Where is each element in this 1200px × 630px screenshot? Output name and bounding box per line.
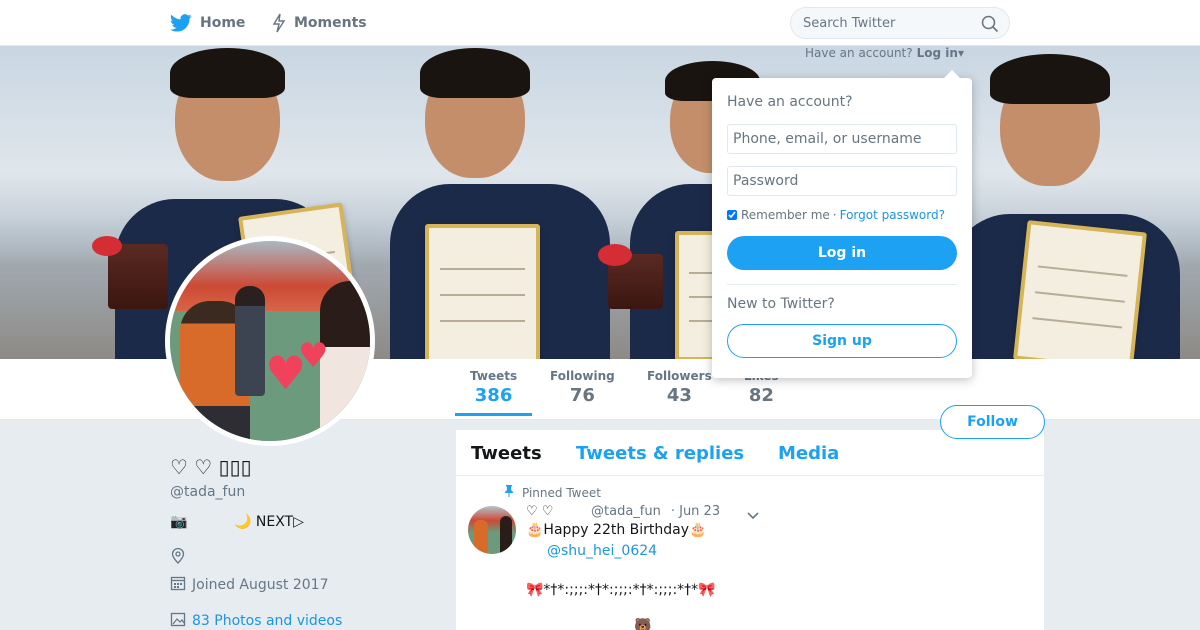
profile-handle[interactable]: @tada_fun <box>170 484 245 500</box>
lightning-icon <box>272 13 286 33</box>
pinned-label: Pinned Tweet <box>522 485 601 500</box>
caret-down-icon: ▾ <box>957 46 964 60</box>
twitter-bird-icon <box>170 14 192 32</box>
banner-trophy <box>108 244 168 309</box>
username-field[interactable] <box>727 124 957 154</box>
signup-button[interactable]: Sign up <box>727 324 957 358</box>
banner-ribbon <box>92 236 122 256</box>
login-prompt-text: Have an account? <box>805 46 913 60</box>
follow-button[interactable]: Follow <box>940 405 1045 439</box>
remember-row: Remember me · Forgot password? <box>727 208 945 222</box>
login-button[interactable]: Log in <box>727 236 957 270</box>
forgot-password-link[interactable]: Forgot password? <box>840 208 945 222</box>
nav-home-label: Home <box>200 15 246 31</box>
tweet-avatar[interactable] <box>468 506 516 554</box>
login-dropdown: Have an account? Remember me · Forgot pa… <box>712 70 972 378</box>
stat-value: 386 <box>474 385 513 406</box>
nav-moments[interactable]: Moments <box>272 0 367 46</box>
tweet-date[interactable]: · Jun 23 <box>671 504 720 519</box>
nav-moments-label: Moments <box>294 15 367 31</box>
stat-label: Followers <box>647 369 712 383</box>
joined-label: Joined August 2017 <box>192 577 329 593</box>
profile-photos-link[interactable]: 83 Photos and videos <box>170 611 342 630</box>
calendar-icon <box>170 575 186 595</box>
banner-certificate <box>1013 220 1147 359</box>
dropdown-caret <box>944 70 960 78</box>
tweet-mention[interactable]: @shu_hei_0624 <box>547 543 657 559</box>
timeline: Tweets Tweets & replies Media Pinned Twe… <box>456 430 1044 630</box>
bio-camera: 📷 <box>170 514 188 530</box>
tweet-author-name[interactable]: ♡ ♡ <box>526 504 591 519</box>
tweet-author-handle[interactable]: @tada_fun <box>591 504 661 519</box>
password-field[interactable] <box>727 166 957 196</box>
tweet-text-line: 🎀*†*:;;;:*†*:;;;:*†*:;;;:*†*🎀 <box>526 582 716 598</box>
profile-bio: 📷 🌙 NEXT▷ <box>170 514 304 530</box>
stat-value: 76 <box>569 385 595 406</box>
profile-name: ♡ ♡ ▯▯▯ <box>170 455 252 479</box>
tab-media[interactable]: Media <box>778 443 839 464</box>
banner-certificate <box>425 224 540 359</box>
login-title: Have an account? <box>727 94 853 110</box>
top-navigation: Home Moments <box>0 0 1200 46</box>
login-link[interactable]: Log in <box>917 46 958 60</box>
profile-joined: Joined August 2017 <box>170 575 328 595</box>
new-to-twitter-label: New to Twitter? <box>727 296 835 312</box>
separator-dot: · <box>832 208 837 222</box>
banner-ribbon <box>598 244 632 266</box>
tab-tweets-and-replies[interactable]: Tweets & replies <box>576 443 744 464</box>
profile-avatar[interactable]: ♥ ♥ <box>165 236 375 446</box>
profile-location <box>170 547 186 568</box>
pinned-indicator: Pinned Tweet <box>504 485 601 500</box>
search-box <box>790 7 1010 39</box>
divider <box>727 284 957 285</box>
pin-icon <box>504 485 514 500</box>
tweet-text-line: 🎂Happy 22th Birthday🎂 <box>526 522 707 538</box>
avatar-thumb-girl <box>500 516 512 554</box>
stat-value: 43 <box>666 385 692 406</box>
stat-tweets[interactable]: Tweets 386 <box>454 369 533 416</box>
avatar-official <box>235 286 265 396</box>
nav-home[interactable]: Home <box>170 0 245 46</box>
image-icon <box>170 611 186 630</box>
location-pin-icon <box>170 547 186 568</box>
magnifier-icon[interactable] <box>981 15 999 37</box>
avatar-thumb-runner <box>474 520 488 554</box>
chevron-down-icon[interactable] <box>746 506 760 525</box>
search-input[interactable] <box>803 15 973 31</box>
stat-label: Following <box>550 369 615 383</box>
stat-following[interactable]: Following 76 <box>550 369 615 406</box>
remember-checkbox[interactable] <box>727 210 737 220</box>
tab-tweets[interactable]: Tweets <box>471 443 542 464</box>
remember-label[interactable]: Remember me <box>741 208 830 222</box>
tweet-text-line: 🐻 <box>634 618 652 630</box>
bio-next: 🌙 NEXT▷ <box>234 514 304 530</box>
heart-icon: ♥ <box>298 336 329 376</box>
stat-followers[interactable]: Followers 43 <box>647 369 712 406</box>
stat-label: Tweets <box>470 369 518 383</box>
banner-login-prompt: Have an account? Log in▾ <box>805 46 964 60</box>
stat-value: 82 <box>748 385 774 406</box>
tweet-header: ♡ ♡ @tada_fun · Jun 23 <box>526 504 720 519</box>
photos-label: 83 Photos and videos <box>192 613 343 629</box>
